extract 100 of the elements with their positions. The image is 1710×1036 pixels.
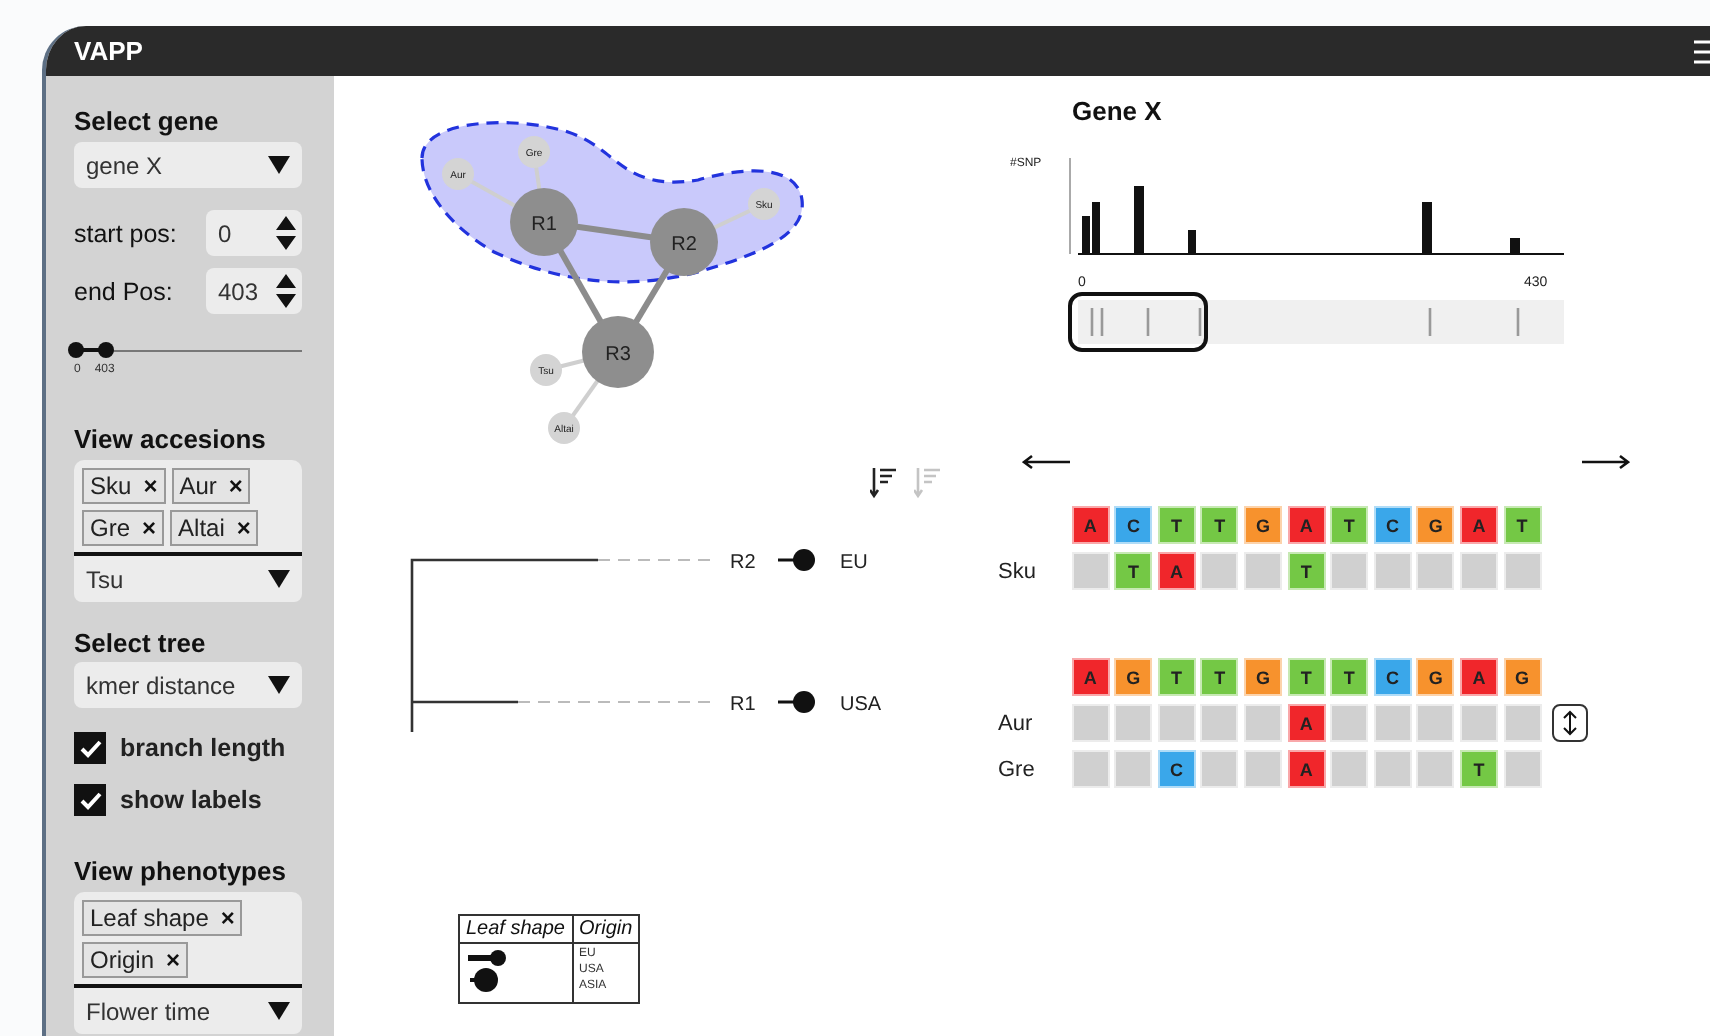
match-cell <box>1157 704 1196 742</box>
tag-label: Leaf shape <box>90 904 209 932</box>
origin-label: USA <box>840 694 882 716</box>
match-cell <box>1503 704 1542 742</box>
origin-label: EU <box>840 552 868 574</box>
base-cell: G <box>1503 658 1542 696</box>
checkbox[interactable] <box>74 732 106 764</box>
base-cell: A <box>1459 506 1498 544</box>
gene-navigator[interactable] <box>1068 292 1564 352</box>
slider-thumb[interactable] <box>97 342 114 358</box>
match-cell <box>1416 552 1455 590</box>
base-cell: A <box>1071 658 1110 696</box>
base-cell: A <box>1071 506 1110 544</box>
dropdown-arrow-icon <box>268 156 290 174</box>
up-down-arrow-icon <box>1562 710 1579 736</box>
remove-tag-button[interactable]: × <box>143 472 158 500</box>
tag-chip[interactable]: Gre × <box>82 510 165 546</box>
network-node[interactable] <box>530 354 562 386</box>
match-cell <box>1071 552 1110 590</box>
match-cell <box>1200 750 1239 788</box>
slider-thumb[interactable] <box>68 342 84 358</box>
base-cell: T <box>1287 658 1326 696</box>
accession-label: Aur <box>998 711 1035 735</box>
dropdown-arrow-icon <box>268 1002 290 1020</box>
snp-cell: T <box>1459 750 1498 788</box>
match-cell <box>1200 552 1239 590</box>
network-node[interactable] <box>748 188 780 220</box>
gene-title: Gene X <box>1072 96 1164 126</box>
accession-dropdown[interactable]: Tsu <box>74 552 302 602</box>
snp-cell: A <box>1287 704 1326 742</box>
section-heading: Select tree <box>74 628 208 658</box>
remove-tag-button[interactable]: × <box>236 514 251 542</box>
legend-header: Leaf shape <box>459 915 572 943</box>
base-cell: T <box>1503 506 1542 544</box>
section-heading: View accesions <box>74 424 268 454</box>
tag-chip[interactable]: Origin × <box>82 942 189 978</box>
network-node[interactable] <box>548 412 580 444</box>
node-label: R2 <box>671 234 697 256</box>
snp-cell: T <box>1114 552 1153 590</box>
expand-button[interactable] <box>1552 704 1589 742</box>
match-cell <box>1243 704 1282 742</box>
number-field[interactable]: 0 <box>206 210 302 256</box>
tree-leaf-label: R2 <box>730 552 756 574</box>
node-label: R3 <box>605 344 631 366</box>
number-field[interactable]: 403 <box>206 268 302 314</box>
match-cell <box>1459 552 1498 590</box>
base-cell: G <box>1243 658 1282 696</box>
window-title: VAPP <box>74 36 143 66</box>
menu-icon[interactable] <box>1694 39 1710 63</box>
match-cell <box>1503 552 1542 590</box>
dropdown-arrow-icon <box>268 570 290 588</box>
node-label: R1 <box>531 214 557 236</box>
dropdown-arrow-icon <box>268 676 290 694</box>
left-arrow-icon[interactable] <box>1022 454 1070 470</box>
tag-chip[interactable]: Aur × <box>171 468 251 504</box>
tag-chip[interactable]: Altai × <box>170 510 259 546</box>
base-cell: T <box>1200 506 1239 544</box>
tag-label: Sku <box>90 472 132 500</box>
match-cell <box>1373 704 1412 742</box>
tree-dropdown[interactable]: kmer distance <box>74 662 302 708</box>
tag-chip[interactable]: Leaf shape × <box>82 900 243 936</box>
base-cell: A <box>1287 506 1326 544</box>
tag-chip[interactable]: Sku × <box>82 468 166 504</box>
remove-tag-button[interactable]: × <box>142 514 157 542</box>
sort-icon[interactable] <box>870 466 898 500</box>
base-cell: G <box>1416 506 1455 544</box>
checkbox[interactable] <box>74 784 106 816</box>
checkbox-label: branch length <box>120 734 286 762</box>
base-cell: T <box>1330 658 1369 696</box>
network-node[interactable] <box>518 136 550 168</box>
y-axis <box>1069 157 1071 255</box>
spinner-arrows-icon[interactable] <box>276 274 296 308</box>
base-cell: T <box>1157 658 1196 696</box>
remove-tag-button[interactable]: × <box>220 904 235 932</box>
phenotype-dropdown[interactable]: Flower time <box>74 984 302 1034</box>
network-node[interactable] <box>650 208 718 276</box>
base-cell: T <box>1330 506 1369 544</box>
gene-dropdown[interactable]: gene X <box>74 142 302 188</box>
section-heading: Select gene <box>74 106 221 136</box>
match-cell <box>1071 750 1110 788</box>
base-cell: C <box>1373 658 1412 696</box>
match-cell <box>1373 552 1412 590</box>
network-node[interactable] <box>442 158 474 190</box>
match-cell <box>1416 750 1455 788</box>
base-cell: G <box>1243 506 1282 544</box>
network-node[interactable] <box>582 316 654 388</box>
right-arrow-icon[interactable] <box>1582 454 1630 470</box>
match-cell <box>1459 704 1498 742</box>
tag-input[interactable]: Sku × Aur × Gre × Altai × <box>74 460 302 552</box>
spinner-arrows-icon[interactable] <box>276 216 296 250</box>
checkbox-label: show labels <box>120 786 262 814</box>
remove-tag-button[interactable]: × <box>166 946 181 974</box>
remove-tag-button[interactable]: × <box>228 472 243 500</box>
accession-label: Sku <box>998 559 1038 583</box>
field-label: start pos: <box>74 219 177 247</box>
snp-cell: C <box>1157 750 1196 788</box>
tag-input[interactable]: Leaf shape × Origin × <box>74 892 302 984</box>
match-cell <box>1330 704 1369 742</box>
snp-cell: T <box>1287 552 1326 590</box>
network-node[interactable] <box>510 188 578 256</box>
